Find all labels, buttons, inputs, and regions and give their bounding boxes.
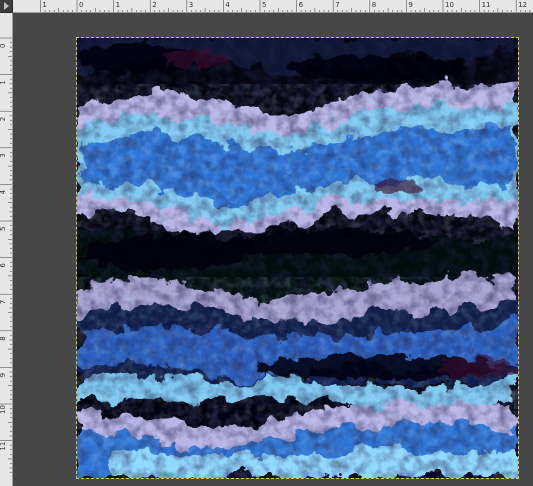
ruler-left-label: 5 <box>0 227 7 231</box>
ruler-top-label: 3 <box>189 1 193 9</box>
ruler-top-label: 5 <box>262 1 266 9</box>
ruler-left-label: 7 <box>0 300 7 304</box>
ruler-top-label: 0 <box>79 1 83 9</box>
ruler-left-label: 0 <box>0 44 7 48</box>
ruler-menu-icon <box>3 2 9 10</box>
ruler-origin-button[interactable] <box>0 0 13 13</box>
ruler-top-label: 7 <box>335 1 339 9</box>
vertical-ruler[interactable]: 0 1 2 3 4 5 6 7 8 9 10 11 <box>0 13 13 486</box>
ruler-top-label: 9 <box>408 1 412 9</box>
ruler-top-label: 12 <box>518 1 527 9</box>
ruler-left-label: 11 <box>0 442 7 451</box>
ruler-top-label: 6 <box>299 1 304 9</box>
ruler-left-label: 6 <box>0 263 7 268</box>
ruler-top-label: 1 <box>42 1 46 9</box>
ruler-top-label: 11 <box>482 1 491 9</box>
horizontal-ruler[interactable]: 1 0 1 2 3 4 5 6 7 8 9 10 11 12 <box>13 0 533 13</box>
ruler-left-label: 3 <box>0 153 7 157</box>
ruler-left-label: 2 <box>0 117 7 121</box>
fractal-image <box>77 38 518 478</box>
ruler-top-label: 8 <box>372 1 376 9</box>
ruler-left-label: 1 <box>0 80 7 84</box>
ruler-top-label: 4 <box>225 1 230 9</box>
ruler-left-label: 10 <box>0 405 7 414</box>
horizontal-ruler-ticks: 1 0 1 2 3 4 5 6 7 8 9 10 11 12 <box>40 0 531 12</box>
ruler-left-label: 9 <box>0 373 7 377</box>
ruler-top-label: 2 <box>152 1 156 9</box>
ruler-left-label: 4 <box>0 189 7 194</box>
ruler-top-label: 10 <box>445 1 454 9</box>
ruler-top-label: 1 <box>116 1 120 9</box>
vertical-ruler-ticks: 0 1 2 3 4 5 6 7 8 9 10 11 <box>0 37 12 473</box>
ruler-left-label: 8 <box>0 336 7 340</box>
image-canvas[interactable] <box>76 37 519 479</box>
